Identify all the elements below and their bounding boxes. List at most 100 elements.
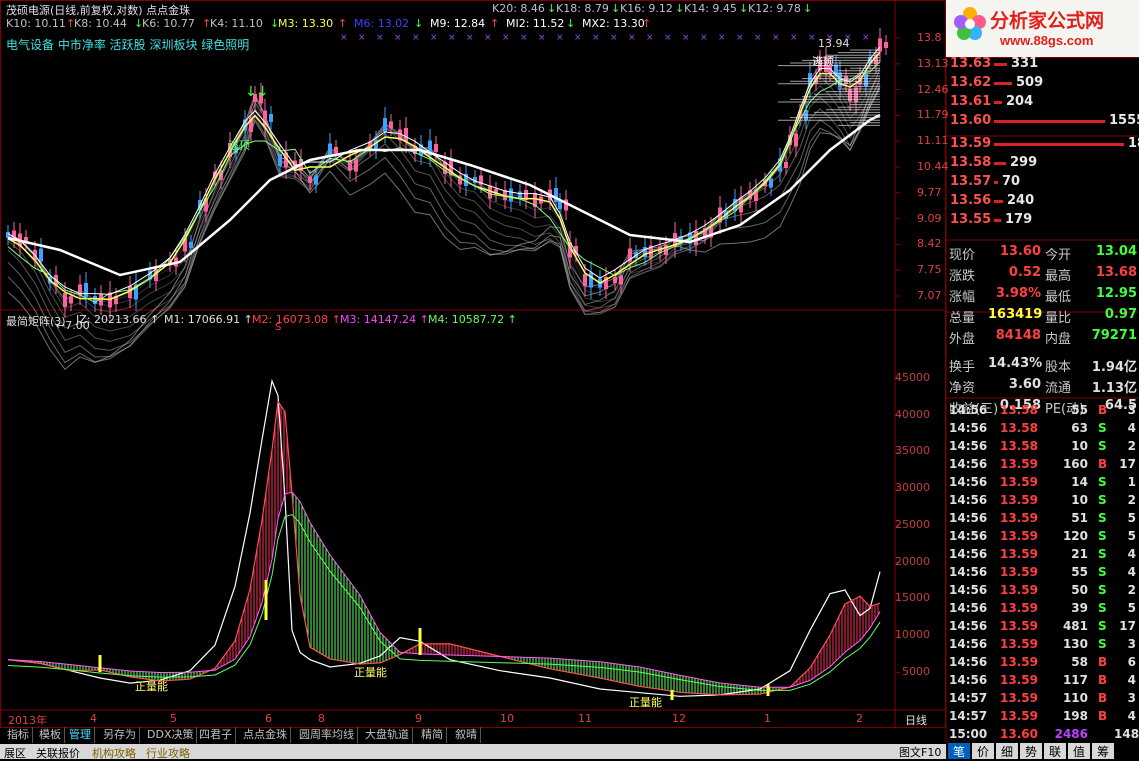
- price-tick: 13.13: [917, 56, 949, 70]
- tick-time: 14:56: [949, 439, 988, 453]
- stat-row: 总量 163419 量比 0.97: [948, 307, 1138, 327]
- order-volume: 179: [1005, 212, 1033, 227]
- stat-row: 外盘 84148 内盘 79271: [948, 328, 1138, 348]
- tick-count: 4: [1127, 565, 1136, 579]
- indicator-tab[interactable]: 精简: [418, 727, 447, 743]
- stat-label: 外盘: [949, 332, 976, 347]
- panel-tab[interactable]: 细: [996, 743, 1018, 759]
- stat-row: 净资 3.60 流通 1.13亿: [948, 377, 1138, 397]
- stat-row: 现价 13.60 今开 13.04: [948, 244, 1138, 264]
- tick-time: 14:56: [949, 583, 988, 597]
- sector-tags: 电气设备 中市净率 活跃股 深圳板块 绿色照明: [6, 38, 250, 52]
- candle-body: [278, 154, 282, 166]
- signal-marker: ×: [394, 33, 402, 43]
- ma-arrow-icon: ↓: [547, 2, 557, 15]
- chart-frame: [0, 0, 946, 728]
- signal-marker: ×: [340, 33, 348, 43]
- order-price: 13.60: [950, 113, 992, 128]
- candle-body: [509, 188, 513, 202]
- volume-tick: 25000: [895, 517, 930, 531]
- candle-body: [583, 274, 587, 286]
- indicator-tab[interactable]: DDX决策: [144, 727, 198, 743]
- stat-value: 84148: [995, 328, 1041, 343]
- tick-row: 14:56 13.59 481 S 17: [948, 619, 1138, 637]
- indicator-tab[interactable]: 点点金珠: [240, 727, 291, 743]
- tick-direction: S: [1098, 547, 1107, 561]
- signal-marker: ×: [376, 33, 384, 43]
- stat-label: 量比: [1045, 311, 1072, 326]
- tick-direction: S: [1098, 601, 1107, 615]
- date-tick: 4: [90, 712, 97, 725]
- panel-tab[interactable]: 联: [1044, 743, 1066, 759]
- volume-tick: 5000: [902, 664, 930, 678]
- price-tick: 13.8: [917, 31, 942, 44]
- tick-count: 6: [1127, 655, 1136, 669]
- panel-tab[interactable]: 价: [972, 743, 994, 759]
- order-volume: 240: [1007, 193, 1035, 208]
- tick-direction: B: [1098, 709, 1108, 723]
- volume-tick: 20000: [895, 554, 930, 568]
- panel-tab[interactable]: 笔: [948, 743, 970, 759]
- period-label[interactable]: 日线: [905, 712, 927, 728]
- tick-time: 15:00: [949, 727, 988, 741]
- tick-time: 14:56: [949, 475, 988, 489]
- f10-tab[interactable]: 图文F10: [897, 744, 944, 759]
- stat-value: 1.13亿: [1091, 381, 1137, 396]
- tick-price: 13.59: [1000, 475, 1038, 489]
- order-book-row: 13.58 299: [950, 155, 1136, 173]
- stat-label: 内盘: [1045, 332, 1072, 347]
- price-tick: 11.79: [917, 108, 949, 122]
- stat-label: 总量: [949, 311, 976, 326]
- price-tick: 8.42: [917, 237, 942, 251]
- ma-arrow-icon: ↑: [642, 17, 652, 30]
- order-price: 13.57: [950, 174, 992, 189]
- ma-value: K20: 8.46: [492, 2, 545, 15]
- ma-value: K14: 9.45: [684, 2, 737, 15]
- ma-value: K6: 10.77: [142, 17, 195, 30]
- tick-volume: 58: [1071, 655, 1088, 669]
- signal-marker: ×: [430, 33, 438, 43]
- candle-body: [619, 275, 623, 285]
- indicator-tab[interactable]: 圆周率均线: [296, 727, 358, 743]
- candle-body: [308, 177, 312, 183]
- ma-value: K8: 10.44: [74, 17, 127, 30]
- indicator-tab[interactable]: 叙晴: [452, 727, 481, 743]
- indicator-tab[interactable]: 四君子: [196, 727, 236, 743]
- tick-time: 14:56: [949, 421, 988, 435]
- indicator-tab[interactable]: 管理: [66, 727, 95, 743]
- ma-arrow-icon: ↓: [414, 17, 424, 30]
- tick-time: 14:56: [949, 619, 988, 633]
- panel-tab[interactable]: 筹: [1092, 743, 1114, 759]
- indicator-tab[interactable]: 模板: [36, 727, 65, 743]
- indicator-tab[interactable]: 另存为: [100, 727, 140, 743]
- stat-value: 14.43%: [988, 356, 1043, 371]
- order-volume: 331: [1011, 56, 1039, 71]
- ma-value: M9: 12.84: [430, 17, 486, 30]
- candle-body: [383, 118, 387, 132]
- indicator-tab[interactable]: 大盘轨道: [362, 727, 413, 743]
- signal-marker: ×: [736, 33, 744, 43]
- indicator-tab[interactable]: 指标: [4, 727, 33, 743]
- matrix-line: [7, 378, 881, 697]
- panel-tab[interactable]: 值: [1068, 743, 1090, 759]
- tick-price: 13.59: [1000, 583, 1038, 597]
- tick-volume: 10: [1071, 439, 1088, 453]
- tick-price: 13.59: [1000, 529, 1038, 543]
- order-book-row: 13.60 1555: [950, 113, 1139, 131]
- sub-value: M4: 10587.72 ↑: [428, 313, 517, 326]
- stock-title: 茂硕电源(日线,前复权,对数): [6, 4, 143, 17]
- price-tick: 10.44: [917, 160, 949, 173]
- tick-volume: 39: [1071, 601, 1088, 615]
- date-tick: 2013年: [8, 714, 47, 727]
- tick-price: 13.59: [1000, 457, 1038, 471]
- date-tick: 2: [856, 712, 863, 725]
- order-book-row: 13.56 240: [950, 193, 1136, 211]
- volume-tick: 40000: [895, 407, 930, 421]
- tick-direction: B: [1098, 691, 1108, 705]
- tick-row: 14:56 13.59 10 S 2: [948, 493, 1138, 511]
- tick-row: 14:56 13.59 55 S 4: [948, 565, 1138, 583]
- panel-tab[interactable]: 势: [1020, 743, 1042, 759]
- tick-row: 14:57 13.59 110 B 3: [948, 691, 1138, 709]
- signal-marker: ×: [754, 33, 762, 43]
- sub-value: M1: 17066.91 ↑: [164, 313, 253, 326]
